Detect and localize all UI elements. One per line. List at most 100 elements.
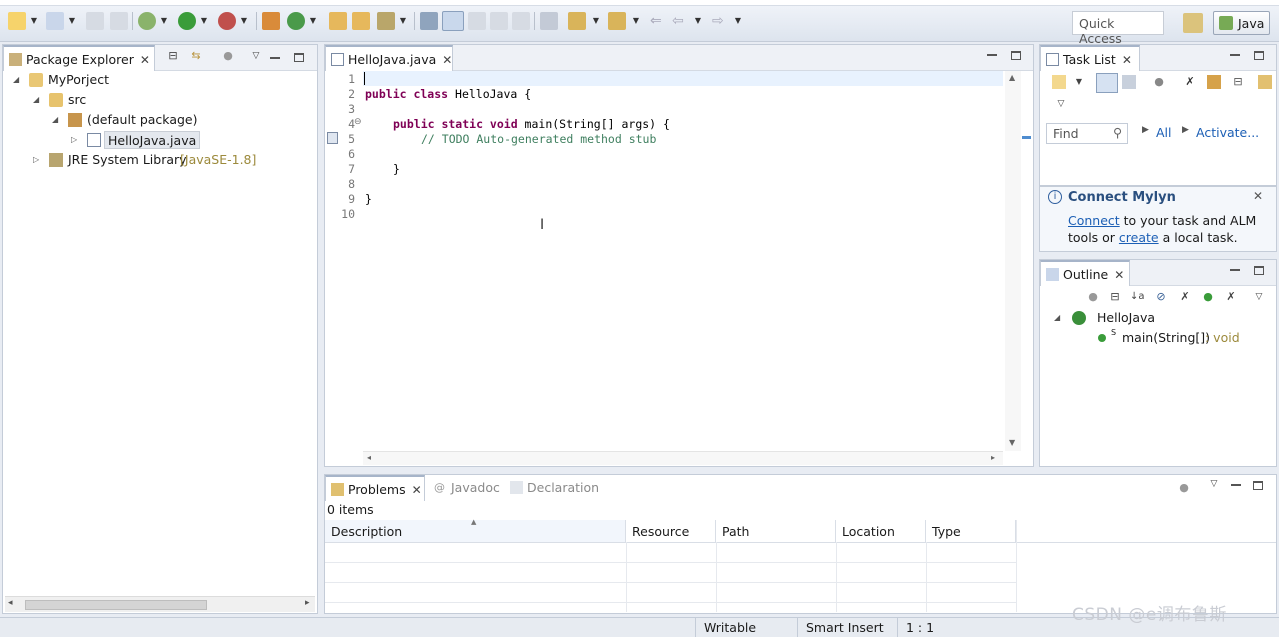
tab-package-explorer[interactable]: Package Explorer ✕ xyxy=(3,45,155,71)
tab-hellojava[interactable]: HelloJava.java ✕ xyxy=(325,45,453,71)
minimize-icon[interactable] xyxy=(270,57,280,59)
tree-item-jre[interactable]: ▷ JRE System Library [JavaSE-1.8] xyxy=(11,150,311,170)
maximize-icon[interactable] xyxy=(1254,266,1264,275)
debug-icon[interactable] xyxy=(138,12,156,30)
focus-icon[interactable]: ● xyxy=(1086,290,1100,304)
overview-ruler-marker[interactable] xyxy=(1022,136,1031,139)
tab-javadoc[interactable]: @ Javadoc xyxy=(429,475,508,501)
prev-annotation-dropdown-icon[interactable]: ▼ xyxy=(632,12,640,30)
new-package-icon[interactable] xyxy=(46,12,64,30)
debug-dropdown-icon[interactable]: ▼ xyxy=(160,12,168,30)
presentation-icon[interactable] xyxy=(1258,75,1272,89)
new-dropdown-icon[interactable]: ▼ xyxy=(30,12,38,30)
toggle-highlight-icon[interactable] xyxy=(540,12,558,30)
collapse-all-icon[interactable]: ⊟ xyxy=(1231,75,1245,89)
toggle-breadcrumb-icon[interactable] xyxy=(420,12,438,30)
view-menu-icon[interactable]: ▽ xyxy=(1252,290,1266,304)
sort-icon[interactable]: ↓a xyxy=(1130,290,1145,304)
close-icon[interactable]: ✕ xyxy=(1253,189,1263,203)
close-icon[interactable]: ✕ xyxy=(1122,53,1132,67)
scrollbar-thumb[interactable] xyxy=(25,600,207,610)
scroll-right-icon[interactable]: ▸ xyxy=(305,598,310,608)
show-whitespace-icon[interactable] xyxy=(490,12,508,30)
column-header-type[interactable]: Type xyxy=(926,520,1016,542)
column-header-resource[interactable]: Resource xyxy=(626,520,716,542)
tree-item-default-package[interactable]: ◢ (default package) xyxy=(11,110,311,130)
last-edit-icon[interactable]: ⇐ xyxy=(650,12,668,30)
connect-link[interactable]: Connect xyxy=(1068,213,1120,228)
search-dropdown-icon[interactable]: ▼ xyxy=(399,12,407,30)
close-icon[interactable]: ✕ xyxy=(1114,268,1124,282)
hide-completed-icon[interactable]: ✗ xyxy=(1183,75,1197,89)
run-icon[interactable] xyxy=(178,12,196,30)
back-dropdown-icon[interactable]: ▼ xyxy=(694,12,702,30)
collapse-all-icon[interactable]: ⊟ xyxy=(166,49,180,63)
vertical-scrollbar[interactable]: ▲ ▼ xyxy=(1005,71,1021,451)
code-area[interactable]: 1 2 3 4 ⊖ 5 6 7 8 9 10 public class Hell… xyxy=(325,71,1025,451)
new-icon[interactable] xyxy=(8,12,26,30)
open-perspective-icon[interactable] xyxy=(1183,13,1203,33)
hide-fields-icon[interactable]: ⊘ xyxy=(1154,290,1168,304)
scheduled-icon[interactable] xyxy=(1122,75,1136,89)
tab-declaration[interactable]: Declaration xyxy=(505,475,607,501)
column-header-description[interactable]: Description ▲ xyxy=(325,518,626,542)
tab-problems[interactable]: Problems ✕ xyxy=(325,475,425,501)
new-class-dropdown-icon[interactable]: ▼ xyxy=(309,12,317,30)
search-icon[interactable] xyxy=(377,12,395,30)
paragraph-icon[interactable] xyxy=(512,12,530,30)
next-annotation-icon[interactable] xyxy=(568,12,586,30)
fold-icon[interactable]: ⊖ xyxy=(354,117,362,127)
hide-nonpublic-icon[interactable]: ● xyxy=(1201,290,1215,304)
expand-arrow-icon[interactable]: ▷ xyxy=(33,150,43,170)
open-folder-icon[interactable] xyxy=(352,12,370,30)
scroll-right-icon[interactable]: ▸ xyxy=(991,453,995,462)
view-menu-icon[interactable]: ▽ xyxy=(249,49,263,63)
outline-class-item[interactable]: ◢ HelloJava xyxy=(1050,308,1270,328)
new-task-icon[interactable] xyxy=(1052,75,1066,89)
activate-link[interactable]: Activate... xyxy=(1196,125,1259,140)
block-selection-icon[interactable] xyxy=(468,12,486,30)
maximize-icon[interactable] xyxy=(1253,481,1263,490)
task-marker-icon[interactable] xyxy=(327,132,338,144)
all-link[interactable]: All xyxy=(1156,125,1172,140)
tree-item-src[interactable]: ◢ src xyxy=(11,90,311,110)
focus-task-icon[interactable]: ● xyxy=(221,49,235,63)
tree-item-project[interactable]: ◢ MyPorject xyxy=(11,70,311,90)
hide-static-icon[interactable]: ✗ xyxy=(1178,290,1192,304)
find-input[interactable]: Find ⚲ xyxy=(1046,123,1128,144)
minimize-icon[interactable] xyxy=(987,54,997,56)
synchronize-icon[interactable] xyxy=(1207,75,1221,89)
scroll-up-icon[interactable]: ▲ xyxy=(1009,73,1015,82)
external-tools-dropdown-icon[interactable]: ▼ xyxy=(240,12,248,30)
mark-occurrences-icon[interactable] xyxy=(442,11,464,31)
tree-item-file[interactable]: ▷ HelloJava.java xyxy=(11,130,311,150)
focus-icon[interactable]: ● xyxy=(1152,75,1166,89)
scroll-down-icon[interactable]: ▼ xyxy=(1009,438,1015,447)
next-annotation-dropdown-icon[interactable]: ▼ xyxy=(592,12,600,30)
minimize-icon[interactable] xyxy=(1230,54,1240,56)
collapse-arrow-icon[interactable]: ◢ xyxy=(33,90,43,110)
collapse-arrow-icon[interactable]: ◢ xyxy=(13,70,23,90)
column-header-path[interactable]: Path xyxy=(716,520,836,542)
expand-arrow-icon[interactable]: ▷ xyxy=(71,130,81,150)
hide-local-types-icon[interactable]: ✗ xyxy=(1224,290,1238,304)
prev-annotation-icon[interactable] xyxy=(608,12,626,30)
open-type-icon[interactable] xyxy=(329,12,347,30)
outline-method-item[interactable]: S main(String[]) : void xyxy=(1050,328,1270,348)
maximize-icon[interactable] xyxy=(1011,51,1021,60)
new-class-icon[interactable] xyxy=(287,12,305,30)
collapse-all-icon[interactable]: ⊟ xyxy=(1108,290,1122,304)
collapse-arrow-icon[interactable]: ◢ xyxy=(1054,308,1064,328)
minimize-icon[interactable] xyxy=(1231,484,1241,486)
view-menu-icon[interactable]: ▽ xyxy=(1207,477,1221,491)
column-header-location[interactable]: Location xyxy=(836,520,926,542)
editor-horizontal-scrollbar[interactable]: ◂ ▸ xyxy=(363,451,1003,465)
close-icon[interactable]: ✕ xyxy=(442,53,452,67)
maximize-icon[interactable] xyxy=(294,53,304,62)
link-with-editor-icon[interactable]: ⇆ xyxy=(189,49,203,63)
run-dropdown-icon[interactable]: ▼ xyxy=(200,12,208,30)
quick-access-input[interactable]: Quick Access xyxy=(1072,11,1164,46)
scroll-left-icon[interactable]: ◂ xyxy=(367,453,371,462)
save-icon[interactable] xyxy=(86,12,104,30)
create-link[interactable]: create xyxy=(1119,230,1159,245)
